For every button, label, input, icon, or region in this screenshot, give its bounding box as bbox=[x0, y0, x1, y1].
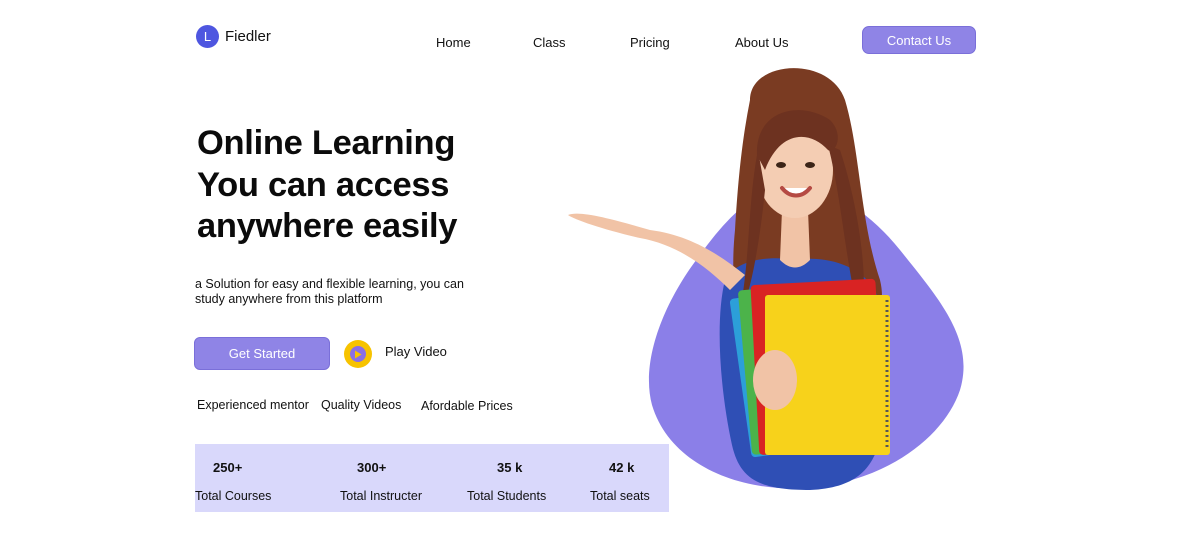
play-video-button[interactable]: Play Video bbox=[344, 340, 447, 368]
contact-us-button[interactable]: Contact Us bbox=[862, 26, 976, 54]
stat-instructors-label: Total Instructer bbox=[340, 489, 422, 503]
brand-name: Fiedler bbox=[225, 28, 271, 45]
stat-instructors-value: 300+ bbox=[357, 460, 387, 475]
feature-affordable-prices: Afordable Prices bbox=[421, 399, 513, 413]
hero-title-line-2: You can access bbox=[197, 165, 450, 204]
logo-badge: L bbox=[196, 25, 219, 48]
stat-courses-value: 250+ bbox=[213, 460, 243, 475]
brand-logo[interactable]: L Fiedler bbox=[196, 25, 271, 48]
stat-students-label: Total Students bbox=[467, 489, 547, 503]
feature-quality-videos: Quality Videos bbox=[321, 398, 402, 412]
get-started-button[interactable]: Get Started bbox=[194, 337, 330, 370]
hero-image bbox=[568, 68, 964, 490]
play-icon bbox=[344, 340, 372, 368]
hero-subtitle: a Solution for easy and flexible learnin… bbox=[195, 277, 464, 306]
hero-title-line-1: Online Learning bbox=[197, 124, 456, 162]
feature-experienced-mentor: Experienced mentor bbox=[197, 398, 309, 412]
nav-home[interactable]: Home bbox=[436, 35, 471, 50]
stat-courses-label: Total Courses bbox=[195, 489, 272, 503]
stat-students-value: 35 k bbox=[497, 460, 523, 475]
play-video-label: Play Video bbox=[385, 343, 447, 359]
nav-class[interactable]: Class bbox=[533, 35, 566, 50]
nav-pricing[interactable]: Pricing bbox=[630, 35, 670, 50]
hero-title: Online Learning You can access anywhere … bbox=[197, 123, 457, 248]
nav-about-us[interactable]: About Us bbox=[735, 35, 788, 50]
hero-title-line-3: anywhere easily bbox=[197, 207, 458, 245]
